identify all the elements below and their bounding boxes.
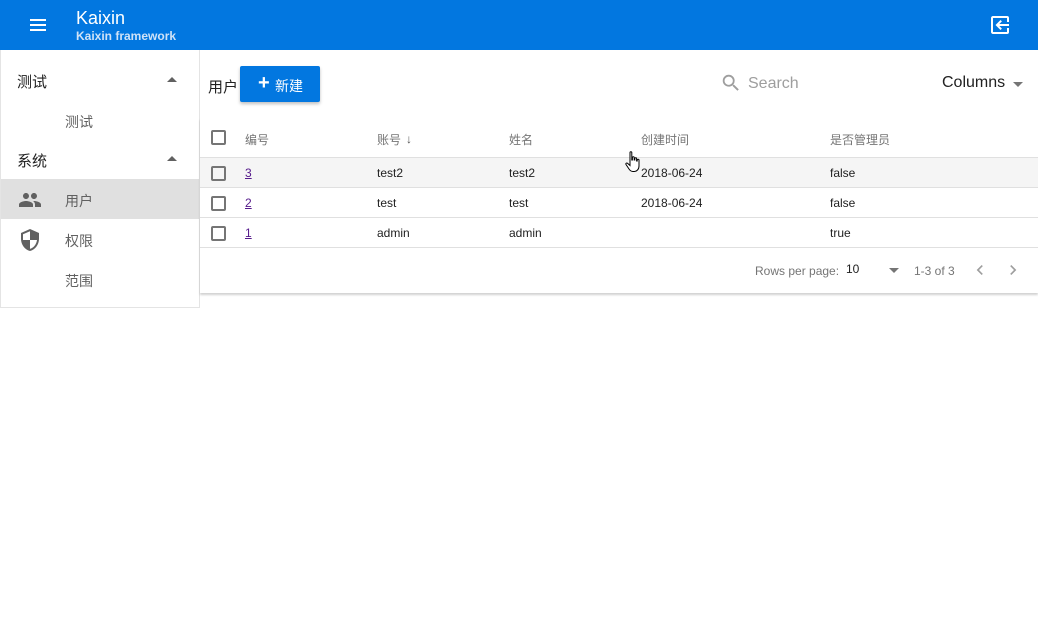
hand-cursor-icon bbox=[625, 150, 643, 174]
column-header-admin[interactable]: 是否管理员 bbox=[830, 131, 890, 148]
menu-icon[interactable] bbox=[24, 13, 52, 37]
row-id-link[interactable]: 1 bbox=[245, 226, 252, 240]
sidebar-item-users[interactable]: 用户 bbox=[1, 179, 199, 219]
sort-down-icon: ↓ bbox=[406, 132, 412, 146]
column-header-name[interactable]: 姓名 bbox=[509, 131, 533, 148]
chevron-up-icon bbox=[167, 156, 177, 161]
logout-icon[interactable] bbox=[988, 13, 1012, 37]
chevron-up-icon bbox=[167, 77, 177, 82]
sidebar-group-test[interactable]: 测试 bbox=[1, 60, 199, 100]
columns-button[interactable]: Columns bbox=[942, 74, 1032, 96]
cell-account: admin bbox=[377, 226, 410, 240]
rows-per-page-label: Rows per page: bbox=[755, 264, 840, 278]
shield-icon bbox=[18, 228, 42, 252]
chevron-down-icon bbox=[889, 268, 899, 273]
people-icon bbox=[18, 188, 42, 212]
cell-account: test bbox=[377, 196, 397, 210]
chevron-down-icon bbox=[1013, 82, 1023, 87]
column-header-id[interactable]: 编号 bbox=[245, 131, 269, 148]
row-checkbox[interactable] bbox=[211, 166, 226, 181]
sidebar-item-scope[interactable]: 范围 bbox=[1, 259, 199, 299]
search-input[interactable] bbox=[748, 72, 908, 96]
app-title: Kaixin bbox=[76, 8, 126, 28]
columns-label: Columns bbox=[942, 74, 1006, 91]
sidebar-group-label: 测试 bbox=[17, 74, 48, 91]
cell-created: 2018-06-24 bbox=[641, 166, 703, 180]
cell-name: test bbox=[509, 196, 529, 210]
cell-account: test2 bbox=[377, 166, 404, 180]
rows-per-page-select[interactable]: 10 bbox=[846, 262, 906, 280]
table-pagination: Rows per page: 10 1-3 of 3 bbox=[200, 248, 1038, 292]
sidebar-item-label: 用户 bbox=[65, 193, 93, 209]
table-header: 编号 账号 ↓ 姓名 创建时间 是否管理员 bbox=[200, 118, 1038, 158]
sidebar-item-permissions[interactable]: 权限 bbox=[1, 219, 199, 259]
column-header-created[interactable]: 创建时间 bbox=[641, 131, 689, 148]
app-subtitle: Kaixin framework bbox=[76, 29, 177, 43]
cell-created: 2018-06-24 bbox=[641, 196, 703, 210]
users-table: 编号 账号 ↓ 姓名 创建时间 是否管理员 3 test2 test2 2018… bbox=[200, 118, 1038, 293]
sidebar-group-label: 系统 bbox=[17, 153, 48, 170]
row-id-link[interactable]: 2 bbox=[245, 196, 252, 210]
page-range: 1-3 of 3 bbox=[914, 264, 955, 278]
row-checkbox[interactable] bbox=[211, 226, 226, 241]
plus-icon: + bbox=[258, 72, 270, 94]
cell-admin: true bbox=[830, 226, 851, 240]
table-row[interactable]: 1 admin admin true bbox=[200, 218, 1038, 248]
cell-admin: false bbox=[830, 196, 856, 210]
cell-name: test2 bbox=[509, 166, 536, 180]
chevron-left-icon bbox=[976, 265, 983, 275]
next-page-button[interactable] bbox=[1003, 260, 1023, 280]
new-button-label: 新建 bbox=[275, 78, 303, 94]
sidebar-item-label: 测试 bbox=[65, 114, 93, 130]
table-row[interactable]: 2 test test 2018-06-24 false bbox=[200, 188, 1038, 218]
column-header-account[interactable]: 账号 ↓ bbox=[377, 131, 412, 148]
sidebar-group-system[interactable]: 系统 bbox=[1, 139, 199, 179]
sidebar-item-label: 权限 bbox=[65, 233, 93, 249]
cell-admin: false bbox=[830, 166, 856, 180]
app-bar: Kaixin Kaixin framework bbox=[0, 0, 1038, 50]
sidebar-item-label: 范围 bbox=[65, 273, 93, 289]
column-header-label: 账号 bbox=[377, 133, 402, 147]
sidebar: 测试 测试 系统 用户 权限 范围 bbox=[0, 50, 200, 308]
page-title: 用户 bbox=[208, 79, 239, 96]
select-all-checkbox[interactable] bbox=[211, 130, 226, 145]
rows-per-page-value: 10 bbox=[846, 262, 860, 276]
previous-page-button[interactable] bbox=[970, 260, 990, 280]
cell-name: admin bbox=[509, 226, 542, 240]
search-icon bbox=[720, 72, 742, 94]
row-checkbox[interactable] bbox=[211, 196, 226, 211]
table-row[interactable]: 3 test2 test2 2018-06-24 false bbox=[200, 158, 1038, 188]
chevron-right-icon bbox=[1010, 265, 1017, 275]
row-id-link[interactable]: 3 bbox=[245, 166, 252, 180]
new-button[interactable]: + 新建 bbox=[240, 66, 320, 102]
sidebar-item-test[interactable]: 测试 bbox=[1, 100, 199, 140]
